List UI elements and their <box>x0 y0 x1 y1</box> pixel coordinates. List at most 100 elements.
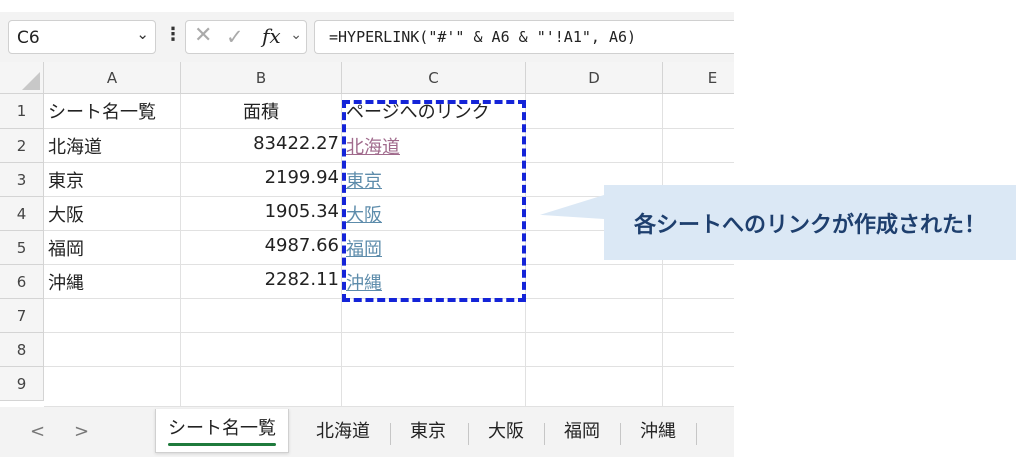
cell-e8[interactable] <box>663 333 734 367</box>
row-header[interactable]: 9 <box>0 367 44 401</box>
sheet-tab-bar: < > シート名一覧 北海道 東京 大阪 福岡 沖縄 <box>0 407 734 457</box>
column-header-a[interactable]: A <box>44 62 181 94</box>
row-header[interactable]: 6 <box>0 265 44 299</box>
row-header[interactable]: 5 <box>0 231 44 265</box>
cell-e6[interactable] <box>663 265 734 299</box>
cancel-icon[interactable]: ✕ <box>194 23 212 48</box>
chevron-down-icon[interactable]: ⌄ <box>136 25 149 43</box>
tab-prev-button[interactable]: < <box>30 421 45 442</box>
column-header-b[interactable]: B <box>181 62 342 94</box>
cell-a5[interactable]: 福岡 <box>44 231 181 265</box>
name-box[interactable]: C6 ⌄ <box>8 20 156 54</box>
cell-d6[interactable] <box>526 265 663 299</box>
row-header[interactable]: 3 <box>0 163 44 197</box>
cell-text: 1905.34 <box>264 201 339 222</box>
sheet-tab-label: シート名一覧 <box>168 418 276 439</box>
callout-text: 各シートへのリンクが作成された！ <box>633 213 986 238</box>
column-header-c[interactable]: C <box>342 62 526 94</box>
cell-d1[interactable] <box>526 94 663 129</box>
cell-b9[interactable] <box>181 367 342 407</box>
hyperlink[interactable]: 大阪 <box>346 201 382 227</box>
formula-text[interactable]: =HYPERLINK("#'" & A6 & "'!A1", A6) <box>329 28 636 46</box>
chevron-down-icon[interactable]: ⌄ <box>290 27 302 43</box>
cell-a3[interactable]: 東京 <box>44 163 181 197</box>
cell-b2[interactable]: 83422.27 <box>181 129 342 163</box>
sheet-tab-active[interactable]: シート名一覧 <box>155 409 289 453</box>
cell-b4[interactable]: 1905.34 <box>181 197 342 231</box>
formula-bar: C6 ⌄ ⋮ ✕ ✓ fx ⌄ =HYPERLINK("#'" & A6 & "… <box>0 12 734 62</box>
cell-text: 4987.66 <box>264 235 339 256</box>
row-header[interactable]: 7 <box>0 299 44 333</box>
column-header-e[interactable]: E <box>663 62 734 94</box>
hyperlink[interactable]: 福岡 <box>346 235 382 261</box>
row-header[interactable]: 4 <box>0 197 44 231</box>
cell-a4[interactable]: 大阪 <box>44 197 181 231</box>
cell-d7[interactable] <box>526 299 663 333</box>
hyperlink[interactable]: 北海道 <box>346 133 400 159</box>
hyperlink[interactable]: 沖縄 <box>346 269 382 295</box>
cell-text: 2199.94 <box>264 167 339 188</box>
sheet-tab[interactable]: 東京 <box>392 417 464 447</box>
cell-b3[interactable]: 2199.94 <box>181 163 342 197</box>
cell-b6[interactable]: 2282.11 <box>181 265 342 299</box>
row-header[interactable]: 1 <box>0 94 44 129</box>
cell-text: ページへのリンク <box>346 102 490 123</box>
cell-a8[interactable] <box>44 333 181 367</box>
cell-c1[interactable]: ページへのリンク <box>342 94 526 129</box>
cell-b5[interactable]: 4987.66 <box>181 231 342 265</box>
row-header[interactable]: 2 <box>0 129 44 163</box>
row-header[interactable]: 8 <box>0 333 44 367</box>
function-icon[interactable]: fx <box>262 24 281 48</box>
tab-separator <box>544 423 545 445</box>
cell-b8[interactable] <box>181 333 342 367</box>
hyperlink[interactable]: 東京 <box>346 167 382 193</box>
cell-a2[interactable]: 北海道 <box>44 129 181 163</box>
cell-a9[interactable] <box>44 367 181 407</box>
cell-c8[interactable] <box>342 333 526 367</box>
sheet-tab[interactable]: 福岡 <box>546 417 618 447</box>
cell-text: 2282.11 <box>264 269 339 290</box>
select-all-button[interactable] <box>0 62 44 94</box>
cell-text: 福岡 <box>48 239 84 260</box>
cell-text: 83422.27 <box>253 133 339 154</box>
cell-c9[interactable] <box>342 367 526 407</box>
cell-c2[interactable]: 北海道 <box>342 129 526 163</box>
active-tab-underline <box>168 443 276 446</box>
cell-reference[interactable]: C6 <box>17 28 40 48</box>
sheet-tab[interactable]: 北海道 <box>298 417 388 447</box>
enter-icon[interactable]: ✓ <box>226 25 244 49</box>
cell-a7[interactable] <box>44 299 181 333</box>
cell-text: 北海道 <box>48 137 102 158</box>
sheet-tab[interactable]: 沖縄 <box>622 417 694 447</box>
cell-c6[interactable]: 沖縄 <box>342 265 526 299</box>
formula-controls: ✕ ✓ fx ⌄ <box>185 20 307 54</box>
more-vertical-icon[interactable]: ⋮ <box>164 24 182 45</box>
cell-text: 東京 <box>48 171 84 192</box>
cell-e9[interactable] <box>663 367 734 407</box>
cell-a1[interactable]: シート名一覧 <box>44 94 181 129</box>
tab-separator <box>696 423 697 445</box>
callout-box: 各シートへのリンクが作成された！ <box>540 185 1016 260</box>
cell-c3[interactable]: 東京 <box>342 163 526 197</box>
cell-b7[interactable] <box>181 299 342 333</box>
formula-input[interactable]: =HYPERLINK("#'" & A6 & "'!A1", A6) <box>314 20 734 54</box>
tab-next-button[interactable]: > <box>74 421 89 442</box>
cell-d2[interactable] <box>526 129 663 163</box>
tab-separator <box>620 423 621 445</box>
cell-a6[interactable]: 沖縄 <box>44 265 181 299</box>
cell-d9[interactable] <box>526 367 663 407</box>
cell-e7[interactable] <box>663 299 734 333</box>
cell-c7[interactable] <box>342 299 526 333</box>
cell-text: 面積 <box>243 102 279 123</box>
cell-text: 大阪 <box>48 205 84 226</box>
sheet-tab[interactable]: 大阪 <box>470 417 542 447</box>
cell-text: 沖縄 <box>48 273 84 294</box>
cell-e2[interactable] <box>663 129 734 163</box>
cell-e1[interactable] <box>663 94 734 129</box>
cell-d8[interactable] <box>526 333 663 367</box>
cell-text: シート名一覧 <box>48 102 156 123</box>
column-header-d[interactable]: D <box>526 62 663 94</box>
cell-c5[interactable]: 福岡 <box>342 231 526 265</box>
cell-b1[interactable]: 面積 <box>181 94 342 129</box>
cell-c4[interactable]: 大阪 <box>342 197 526 231</box>
